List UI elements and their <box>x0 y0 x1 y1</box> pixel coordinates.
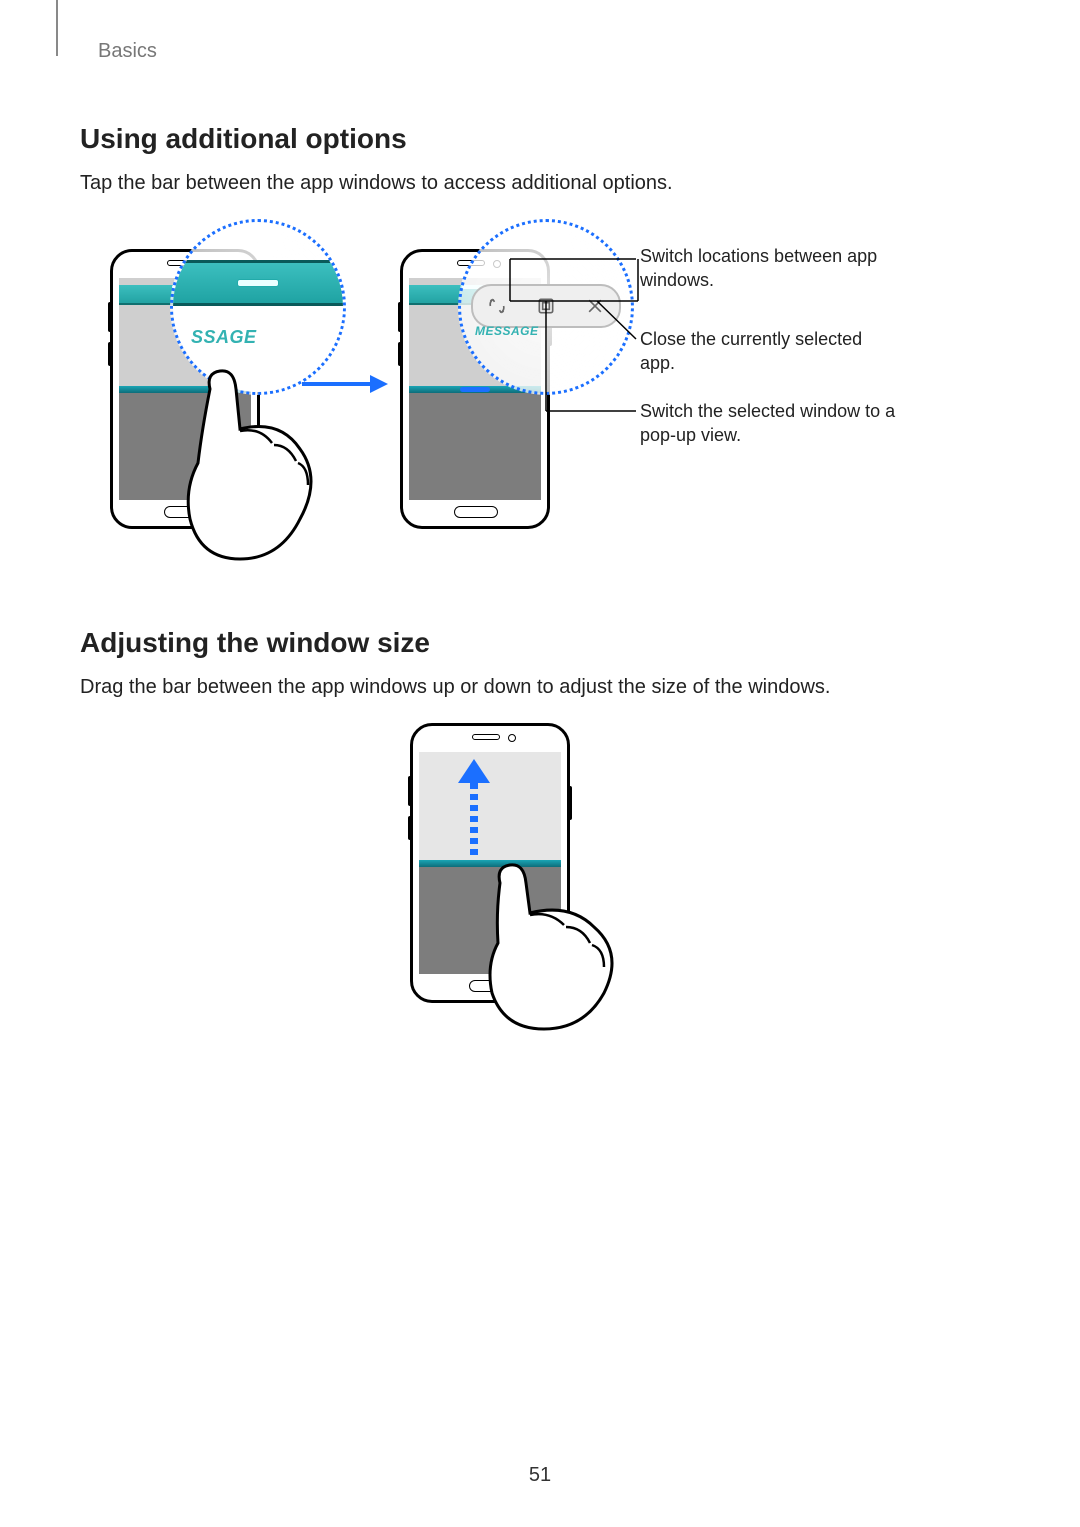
callout-popup-view: Switch the selected window to a pop-up v… <box>640 399 920 448</box>
section-title-adjust-size: Adjusting the window size <box>80 627 1000 659</box>
magnified-text-right: MESSAGE <box>475 324 539 338</box>
split-view-options-bar <box>471 284 621 328</box>
breadcrumb: Basics <box>98 40 1000 63</box>
swap-windows-icon <box>486 295 508 317</box>
callout-close-app: Close the currently selected app. <box>640 327 900 376</box>
arrow-right-icon <box>300 369 390 404</box>
manual-page: Basics Using additional options Tap the … <box>0 0 1080 1527</box>
magnifier-right: MESSAGE <box>458 219 634 395</box>
page-number: 51 <box>0 1464 1080 1487</box>
section-title-using-options: Using additional options <box>80 123 1000 155</box>
section-body-adjust-size: Drag the bar between the app windows up … <box>80 673 1000 701</box>
section-body-using-options: Tap the bar between the app windows to a… <box>80 169 1000 197</box>
header-rule <box>56 0 58 56</box>
close-app-icon <box>584 295 606 317</box>
figure-adjust-size <box>80 723 1000 1013</box>
popup-view-icon <box>535 295 557 317</box>
magnified-text-left: SSAGE <box>191 327 257 348</box>
figure-using-options: SSAGE <box>80 219 1000 599</box>
callout-swap-windows: Switch locations between app windows. <box>640 244 940 293</box>
hand-drag-illustration <box>460 833 660 1058</box>
